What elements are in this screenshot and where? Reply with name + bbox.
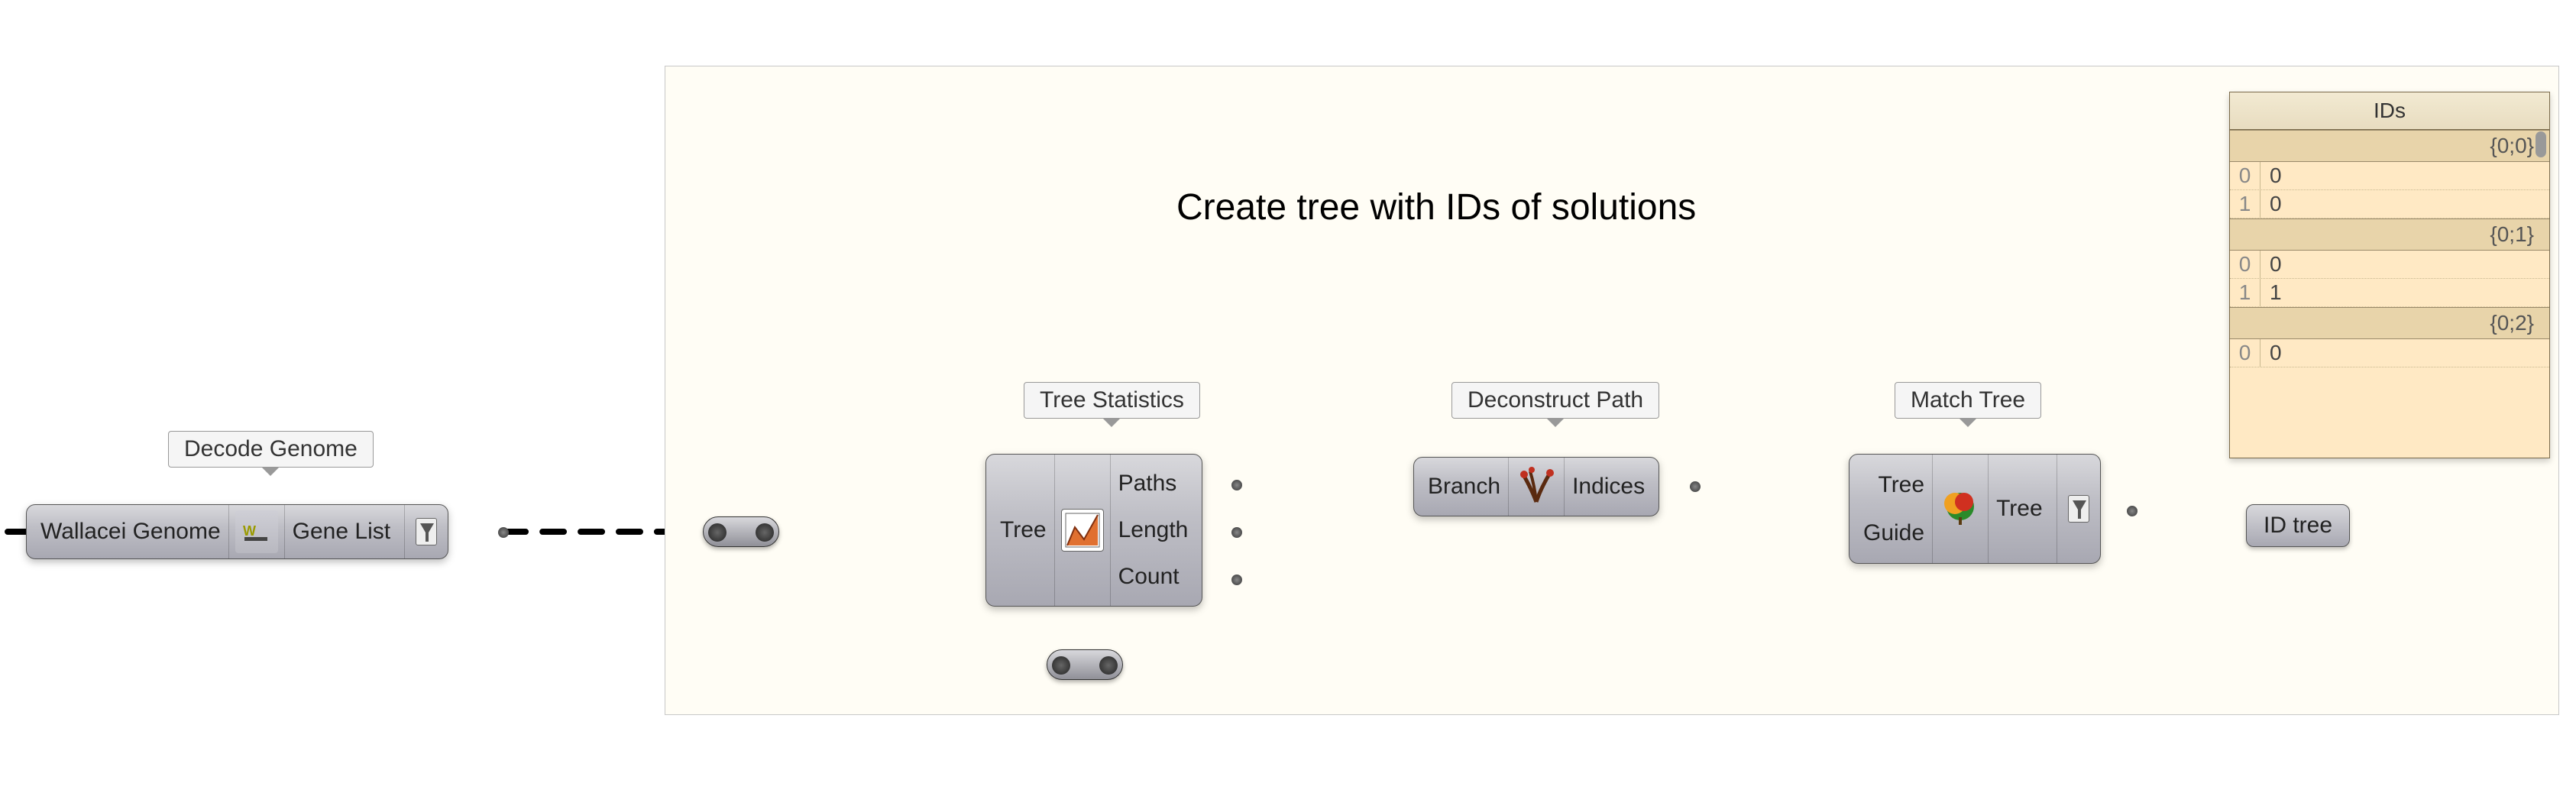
grip-indices[interactable] (1690, 481, 1701, 492)
port-branch[interactable]: Branch (1414, 468, 1508, 506)
svg-text:W: W (243, 523, 256, 539)
table-row: 11 (2230, 279, 2549, 307)
grip-mt-out[interactable] (2127, 506, 2137, 516)
port-gene-list[interactable]: Gene List (285, 513, 404, 551)
table-row: 00 (2230, 339, 2549, 367)
match-tree-icon (1939, 487, 1982, 530)
port-count[interactable]: Count (1111, 558, 1202, 596)
group-title: Create tree with IDs of solutions (1176, 186, 1696, 228)
grip-length[interactable] (1231, 527, 1242, 538)
table-row: 00 (2230, 251, 2549, 279)
label-decode-genome: Decode Genome (168, 431, 374, 468)
port-length[interactable]: Length (1111, 511, 1202, 549)
panel-path-0: {0;0} (2230, 130, 2549, 162)
deconstruct-icon (1515, 465, 1558, 508)
grip-paths[interactable] (1231, 480, 1242, 490)
tree-stats-icon (1061, 509, 1104, 552)
port-paths[interactable]: Paths (1111, 464, 1202, 503)
port-indices[interactable]: Indices (1565, 468, 1659, 506)
panel-path-2: {0;2} (2230, 307, 2549, 339)
grip-count[interactable] (1231, 575, 1242, 585)
label-match-tree: Match Tree (1895, 382, 2041, 419)
panel-title: IDs (2230, 92, 2549, 130)
panel-ids[interactable]: IDs {0;0} 00 10 {0;1} 00 11 {0;2} 00 (2229, 92, 2550, 458)
component-match-tree[interactable]: Tree Guide Tree (1849, 454, 2101, 564)
relay-2[interactable] (1047, 649, 1123, 680)
filter-icon[interactable] (2068, 495, 2089, 523)
panel-path-1: {0;1} (2230, 218, 2549, 251)
relay-1[interactable] (703, 516, 779, 547)
port-tree-in[interactable]: Tree (986, 511, 1054, 549)
output-grip[interactable] (498, 527, 509, 538)
label-tree-statistics: Tree Statistics (1024, 382, 1200, 419)
filter-icon[interactable] (416, 518, 437, 545)
port-mt-out-tree[interactable]: Tree (1989, 490, 2057, 528)
table-row: 10 (2230, 190, 2549, 218)
table-row: 00 (2230, 162, 2549, 190)
component-decode-genome[interactable]: Wallacei Genome W Gene List (26, 504, 448, 559)
label-deconstruct-path: Deconstruct Path (1451, 382, 1659, 419)
port-mt-guide[interactable]: Guide (1849, 514, 1932, 552)
component-tree-statistics[interactable]: Tree Paths Length Count (985, 454, 1202, 607)
component-deconstruct-path[interactable]: Branch Indices (1413, 457, 1659, 516)
scrollbar-thumb[interactable] (2536, 131, 2546, 157)
param-id-tree[interactable]: ID tree (2246, 504, 2350, 547)
port-wallacei-genome[interactable]: Wallacei Genome (27, 513, 228, 551)
port-mt-tree[interactable]: Tree (1849, 466, 1932, 504)
wallacei-icon: W (235, 510, 278, 553)
